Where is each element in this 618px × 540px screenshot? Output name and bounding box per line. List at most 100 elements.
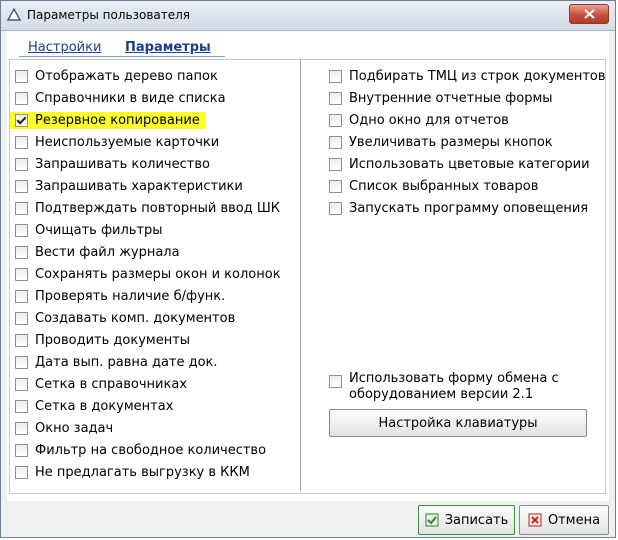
highlight-marker: Резервное копирование — [10, 111, 206, 129]
option-checkbox[interactable] — [15, 91, 28, 105]
option-checkbox[interactable] — [15, 443, 28, 457]
save-label: Записать — [444, 512, 509, 528]
option-label: Проверять наличие б/функ. — [35, 288, 226, 304]
option-row[interactable]: Запускать программу оповещения — [329, 197, 588, 219]
option-label: Использовать цветовые категории — [349, 156, 590, 172]
app-icon — [7, 8, 21, 21]
option-row[interactable]: Сетка в документах — [15, 395, 173, 417]
option-row[interactable]: Подбирать ТМЦ из строк документов — [329, 65, 606, 87]
option-row[interactable]: Одно окно для отчетов — [329, 109, 509, 131]
option-label: Окно задач — [35, 420, 114, 436]
option-row[interactable]: Запрашивать характеристики — [15, 175, 243, 197]
option-label: Запрашивать количество — [35, 156, 210, 172]
option-row[interactable]: Проводить документы — [15, 329, 190, 351]
option-label: Подбирать ТМЦ из строк документов — [349, 68, 606, 84]
option-row[interactable]: Внутренние отчетные формы — [329, 87, 553, 109]
option-row[interactable]: Очищать фильтры — [15, 219, 163, 241]
option-row[interactable]: Резервное копирование — [10, 109, 206, 131]
tab-strip: Настройки Параметры — [7, 31, 609, 61]
option-checkbox[interactable] — [329, 113, 342, 127]
tab-parameters[interactable]: Параметры — [125, 40, 211, 55]
option-row[interactable]: Не предлагать выгрузку в ККМ — [15, 461, 250, 483]
option-checkbox[interactable] — [15, 333, 28, 347]
exchange-form-option[interactable]: Использовать форму обмена с оборудование… — [329, 371, 559, 407]
option-label: Запрашивать характеристики — [35, 178, 243, 194]
tab-settings[interactable]: Настройки — [28, 40, 101, 55]
option-row[interactable]: Фильтр на свободное количество — [15, 439, 266, 461]
option-row[interactable]: Вести файл журнала — [15, 241, 180, 263]
option-checkbox[interactable] — [329, 201, 342, 215]
option-checkbox[interactable] — [15, 223, 28, 237]
tab-underline — [19, 56, 225, 57]
option-checkbox[interactable] — [15, 245, 28, 259]
option-label: Очищать фильтры — [35, 222, 163, 238]
option-checkbox[interactable] — [15, 377, 28, 391]
close-icon — [584, 9, 595, 19]
option-label: Фильтр на свободное количество — [35, 442, 267, 458]
exchange-form-label-line2: оборудованием версии 2.1 — [349, 387, 534, 402]
option-row[interactable]: Отображать дерево папок — [15, 65, 218, 87]
option-checkbox[interactable] — [15, 157, 28, 171]
option-label: Справочники в виде списка — [35, 90, 226, 106]
close-button[interactable] — [569, 4, 609, 24]
option-label: Внутренние отчетные формы — [349, 90, 553, 106]
column-divider — [300, 59, 301, 491]
option-label: Проводить документы — [35, 332, 191, 348]
option-checkbox[interactable] — [15, 179, 28, 193]
option-row[interactable]: Подтверждать повторный ввод ШК — [15, 197, 280, 219]
option-checkbox[interactable] — [15, 267, 28, 281]
option-checkbox[interactable] — [15, 135, 28, 149]
dialog-content: Настройки Параметры Отображать дерево па… — [7, 31, 609, 535]
option-label: Вести файл журнала — [35, 244, 180, 260]
option-row[interactable]: Использовать цветовые категории — [329, 153, 590, 175]
keyboard-settings-button[interactable]: Настройка клавиатуры — [329, 409, 587, 437]
cancel-icon — [528, 513, 542, 527]
option-checkbox[interactable] — [15, 289, 28, 303]
option-checkbox[interactable] — [329, 135, 342, 149]
option-row[interactable]: Проверять наличие б/функ. — [15, 285, 225, 307]
option-label: Сетка в документах — [35, 398, 174, 414]
option-label: Неиспользуемые карточки — [35, 134, 220, 150]
option-label: Создавать комп. документов — [35, 310, 236, 326]
cancel-button[interactable]: Отмена — [519, 505, 609, 535]
option-label: Увеличивать размеры кнопок — [349, 134, 553, 150]
save-button[interactable]: Записать — [418, 505, 515, 535]
exchange-form-checkbox[interactable] — [329, 375, 342, 388]
option-checkbox[interactable] — [15, 113, 28, 127]
option-label: Резервное копирование — [35, 112, 200, 128]
option-label: Отображать дерево папок — [35, 68, 218, 84]
dialog-window: Параметры пользователя Настройки Парамет… — [0, 0, 616, 538]
option-checkbox[interactable] — [15, 399, 28, 413]
option-row[interactable]: Окно задач — [15, 417, 113, 439]
option-row[interactable]: Запрашивать количество — [15, 153, 210, 175]
option-checkbox[interactable] — [15, 311, 28, 325]
option-row[interactable]: Список выбранных товаров — [329, 175, 538, 197]
option-label: Сохранять размеры окон и колонок — [35, 266, 281, 282]
option-row[interactable]: Справочники в виде списка — [15, 87, 226, 109]
option-label: Подтверждать повторный ввод ШК — [35, 200, 281, 216]
exchange-form-label-line1: Использовать форму обмена с — [349, 371, 559, 386]
option-label: Не предлагать выгрузку в ККМ — [35, 464, 250, 480]
option-checkbox[interactable] — [329, 157, 342, 171]
option-row[interactable]: Неиспользуемые карточки — [15, 131, 219, 153]
window-title: Параметры пользователя — [27, 8, 191, 22]
option-checkbox[interactable] — [329, 91, 342, 105]
option-row[interactable]: Дата вып. равна дате док. — [15, 351, 218, 373]
option-label: Запускать программу оповещения — [349, 200, 589, 216]
option-label: Одно окно для отчетов — [349, 112, 509, 128]
option-label: Дата вып. равна дате док. — [35, 354, 218, 370]
option-checkbox[interactable] — [15, 201, 28, 215]
option-row[interactable]: Сохранять размеры окон и колонок — [15, 263, 281, 285]
exchange-form-label: Использовать форму обмена с оборудование… — [349, 371, 559, 403]
option-checkbox[interactable] — [15, 465, 28, 479]
option-checkbox[interactable] — [15, 69, 28, 83]
option-row[interactable]: Увеличивать размеры кнопок — [329, 131, 553, 153]
option-checkbox[interactable] — [329, 179, 342, 193]
option-row[interactable]: Создавать комп. документов — [15, 307, 235, 329]
option-checkbox[interactable] — [329, 69, 342, 83]
keyboard-settings-label: Настройка клавиатуры — [378, 415, 538, 431]
option-checkbox[interactable] — [15, 355, 28, 369]
option-row[interactable]: Сетка в справочниках — [15, 373, 187, 395]
option-checkbox[interactable] — [15, 421, 28, 435]
title-bar[interactable]: Параметры пользователя — [1, 1, 615, 31]
